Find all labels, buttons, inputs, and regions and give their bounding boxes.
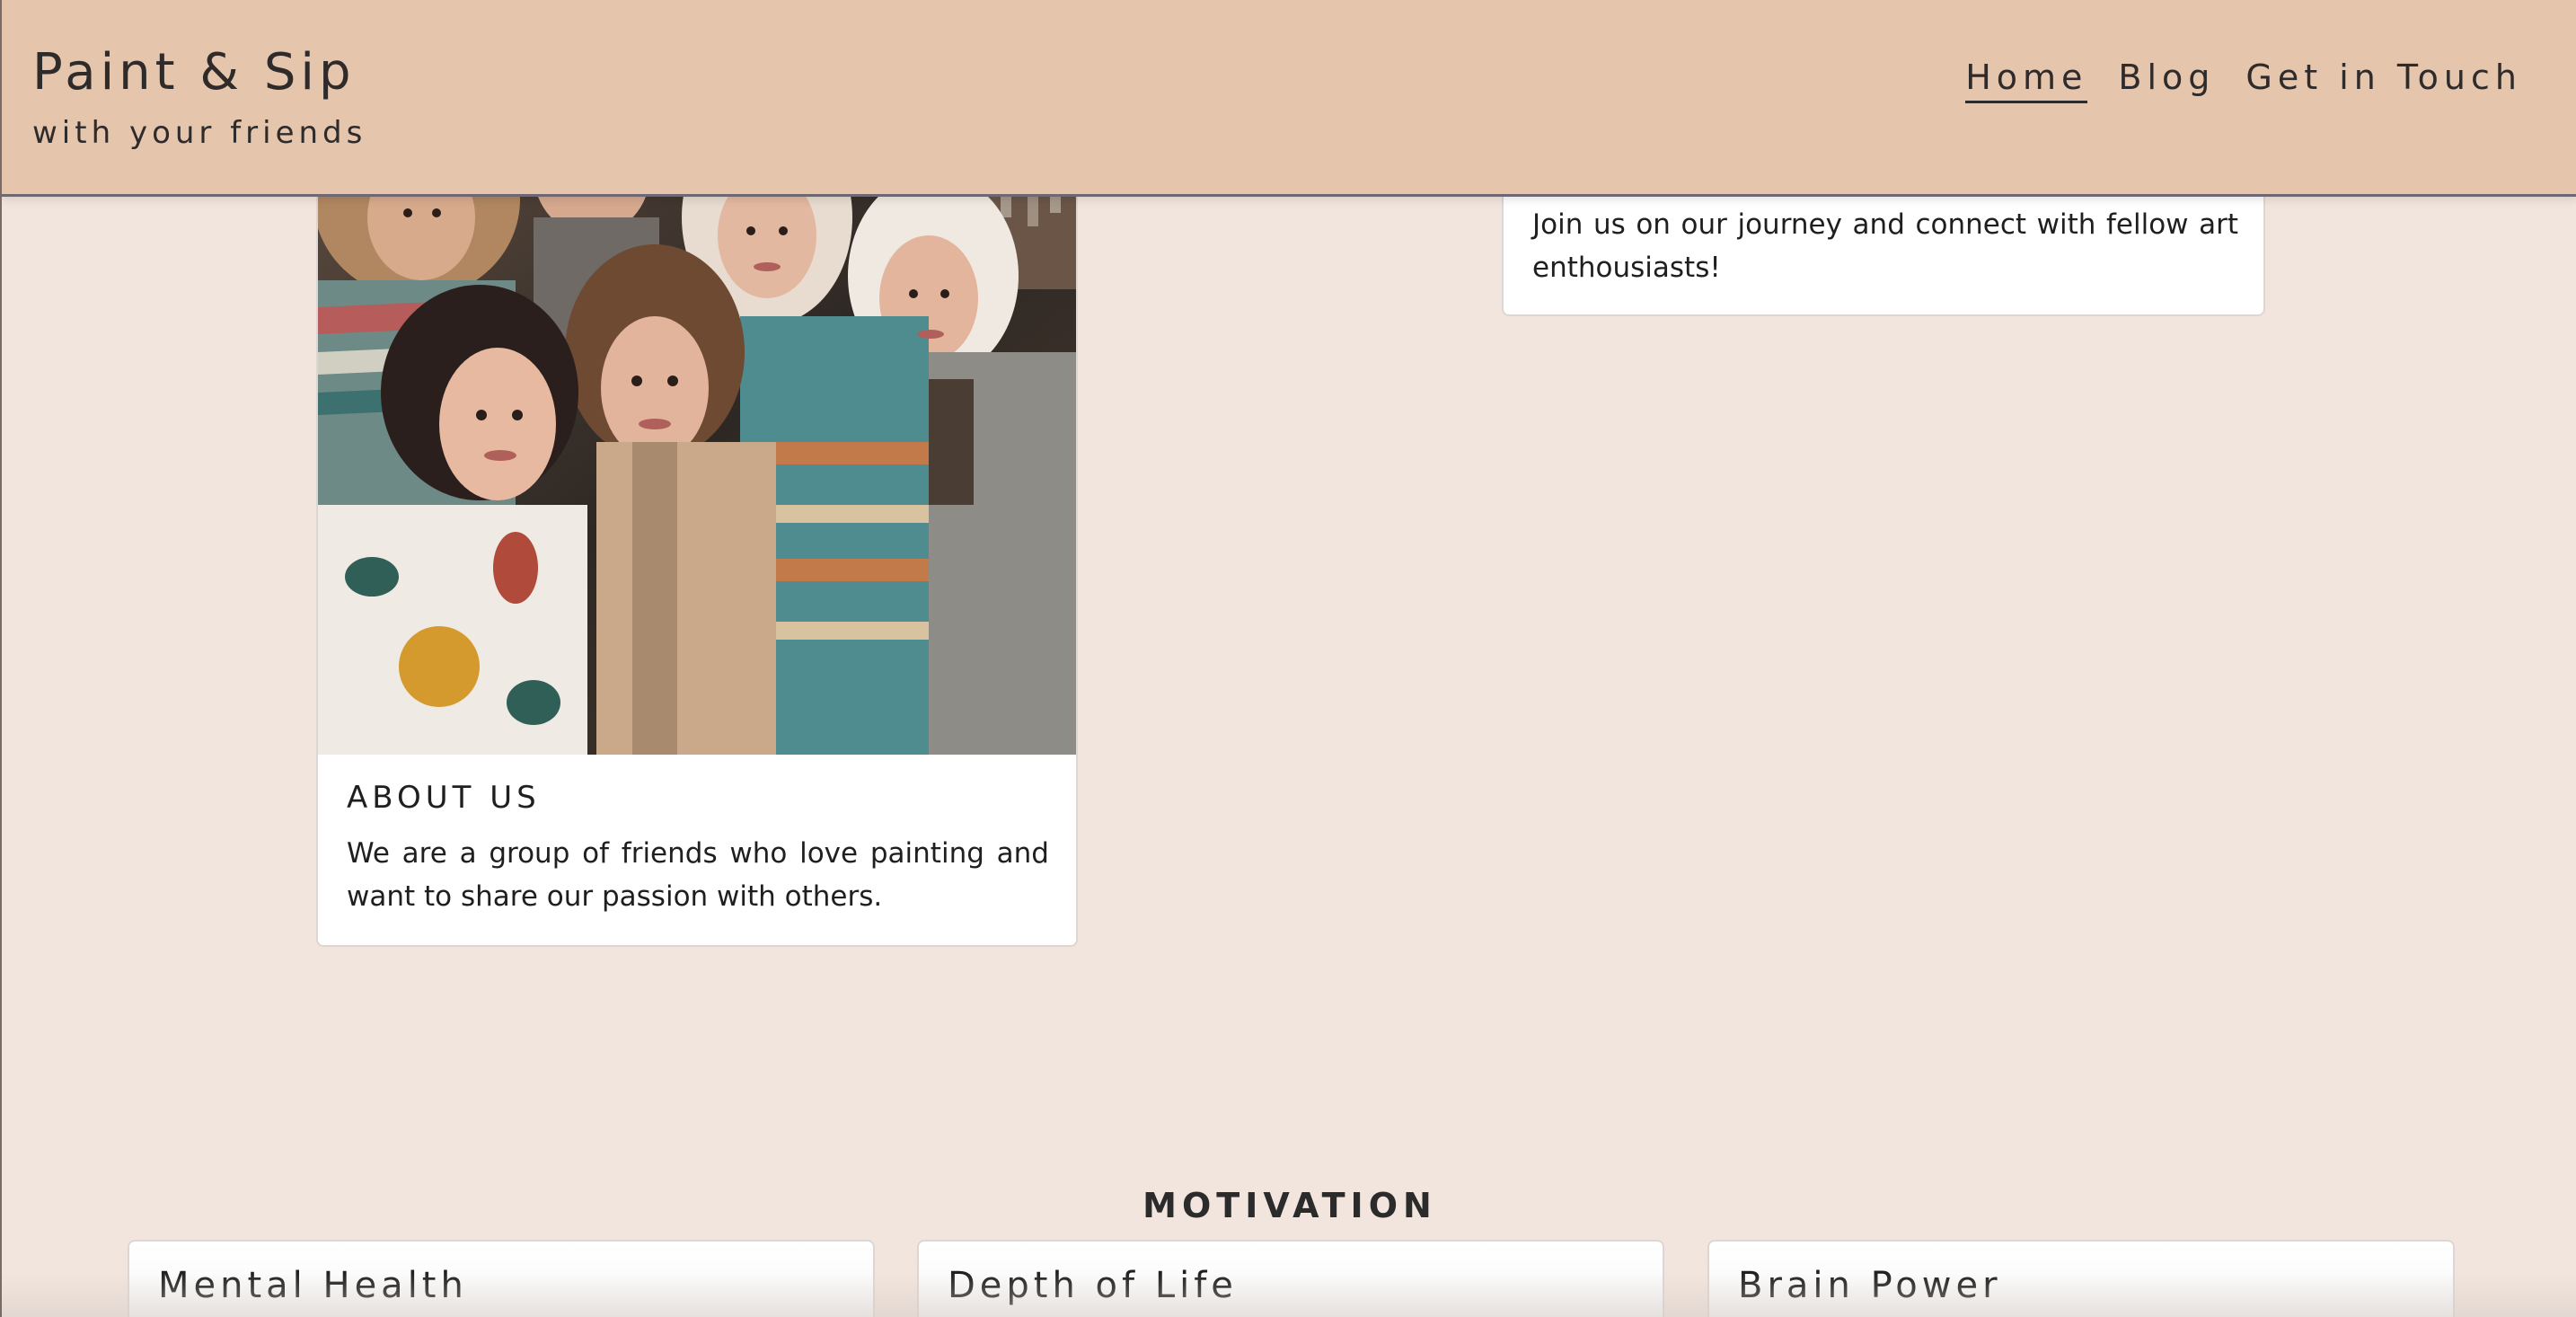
motivation-card-depth-of-life[interactable]: Depth of Life xyxy=(917,1240,1664,1317)
nav-blog-link[interactable]: Blog xyxy=(2118,57,2215,103)
friends-group-photo xyxy=(318,146,1076,755)
brand-title[interactable]: Paint & Sip xyxy=(32,43,356,102)
motivation-heading: MOTIVATION xyxy=(1142,1185,1437,1225)
nav-contact-link[interactable]: Get in Touch xyxy=(2245,57,2522,103)
motivation-card-title: Mental Health xyxy=(158,1265,468,1306)
about-text: We are a group of friends who love paint… xyxy=(347,837,1049,913)
page: Paint & Sip with your friends Home Blog … xyxy=(0,0,2576,1317)
motivation-card-mental-health[interactable]: Mental Health xyxy=(128,1240,875,1317)
main-nav: Home Blog Get in Touch xyxy=(1965,57,2522,103)
about-card: ABOUT US We are a group of friends who l… xyxy=(316,144,1078,947)
motivation-card-brain-power[interactable]: Brain Power xyxy=(1707,1240,2455,1317)
motivation-card-title: Depth of Life xyxy=(948,1265,1238,1306)
nav-home-link[interactable]: Home xyxy=(1965,57,2088,103)
site-header: Paint & Sip with your friends Home Blog … xyxy=(2,0,2576,194)
brand-subtitle: with your friends xyxy=(32,115,367,151)
about-title: ABOUT US xyxy=(347,780,541,816)
motivation-card-title: Brain Power xyxy=(1738,1265,2002,1306)
join-text: Join us on our journey and connect with … xyxy=(1532,208,2238,284)
